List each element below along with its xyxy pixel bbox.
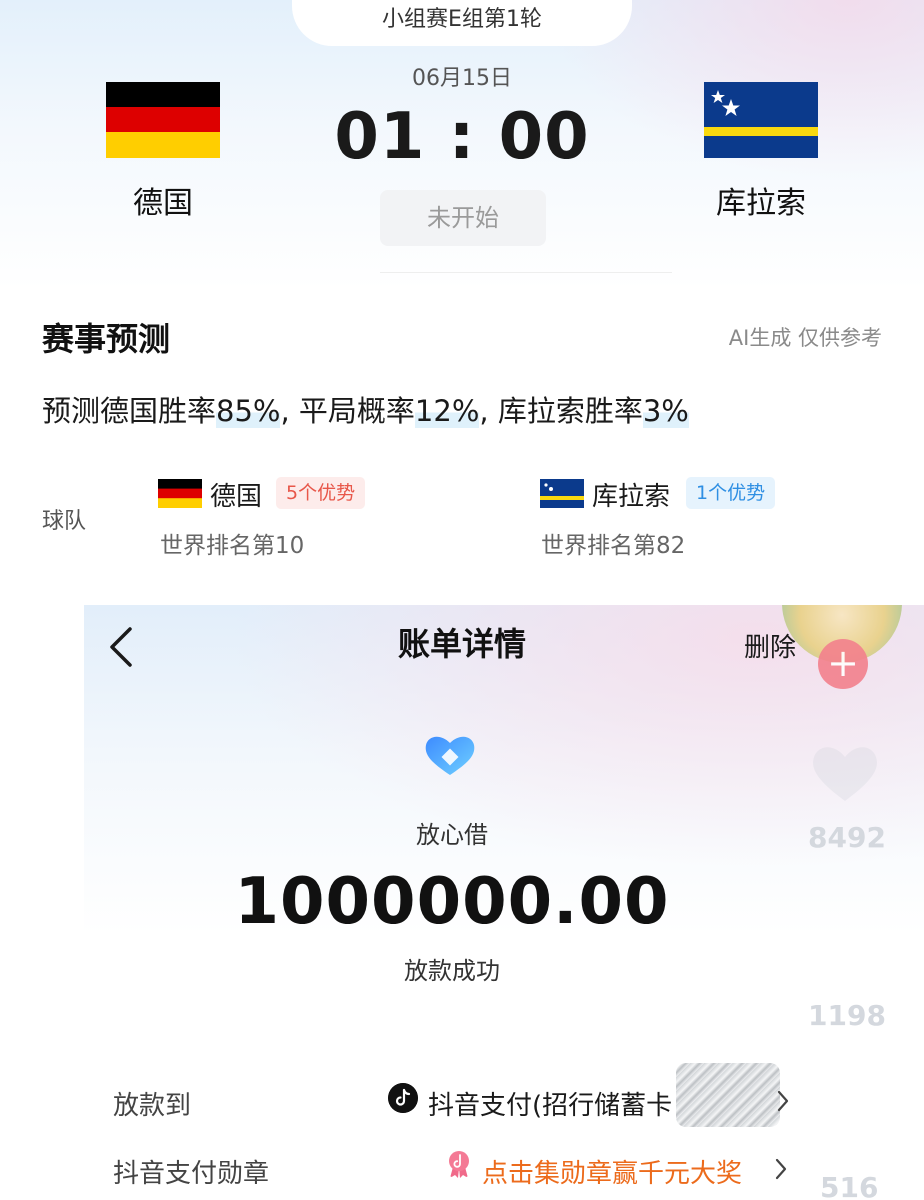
draw-rate: 12% [414,394,480,428]
match-time: 01 : 00 [334,100,590,174]
plus-icon[interactable]: + [818,639,868,689]
delete-button[interactable]: 删除 [744,627,796,664]
away-team-name[interactable]: 库拉索 [700,178,822,222]
prediction-text-part: 预测德国胜率 [42,394,217,428]
share-count: 516 [820,1171,879,1200]
payout-to-label: 放款到 [113,1091,192,1121]
round-label: 小组赛E组第1轮 [292,0,632,46]
germany-flag-small [158,479,202,508]
redaction-scribble [676,1063,780,1127]
bill-detail-screen: 账单详情 删除 + 8492 1198 516 放心借 1000000.00 放… [0,605,924,1200]
away-team-label[interactable]: 库拉索 [592,476,670,513]
payout-account[interactable]: 抖音支付(招行储蓄卡 [428,1085,672,1122]
douyin-icon [388,1083,418,1113]
ai-disclaimer: AI生成 仅供参考 [728,326,882,350]
medal-label: 抖音支付勋章 [113,1159,270,1189]
team-row-label: 球队 [42,509,87,534]
loan-amount: 1000000.00 [234,865,670,939]
brand-logo-icon [425,736,475,775]
germany-flag [106,82,220,158]
home-win-rate: 85% [216,394,281,428]
home-team-name[interactable]: 德国 [108,178,218,222]
comment-count: 1198 [808,999,886,1032]
curacao-flag-small [540,479,584,508]
curacao-flag [704,82,818,158]
medal-promo-link[interactable]: 点击集勋章赢千元大奖 [482,1153,742,1190]
match-status-badge: 未开始 [380,190,546,246]
prediction-title: 赛事预测 [42,320,171,358]
chevron-right-icon[interactable] [774,1157,788,1181]
heart-icon[interactable] [808,741,882,805]
bill-title: 账单详情 [397,625,526,663]
away-world-rank: 世界排名第82 [541,533,686,559]
back-chevron-icon[interactable] [104,623,140,671]
prediction-text-part: , 平局概率 [280,394,415,428]
match-date: 06月15日 [412,66,512,91]
prediction-text: 预测德国胜率85%, 平局概率12%, 库拉索胜率3% [42,388,689,430]
chevron-right-icon[interactable] [776,1089,790,1113]
away-win-rate: 3% [642,394,689,428]
prediction-text-part: , 库拉索胜率 [479,394,643,428]
home-world-rank: 世界排名第10 [160,533,305,559]
medal-icon [449,1151,469,1178]
away-advantage-badge[interactable]: 1个优势 [686,477,776,509]
like-count: 8492 [808,821,886,854]
divider [380,272,672,273]
lender-name: 放心借 [416,821,488,849]
match-card: 小组赛E组第1轮 德国 06月15日 01 : 00 未开始 库拉索 赛事预测 … [0,0,924,605]
loan-status: 放款成功 [404,957,500,985]
home-team-label[interactable]: 德国 [210,476,262,513]
home-advantage-badge[interactable]: 5个优势 [276,477,366,509]
